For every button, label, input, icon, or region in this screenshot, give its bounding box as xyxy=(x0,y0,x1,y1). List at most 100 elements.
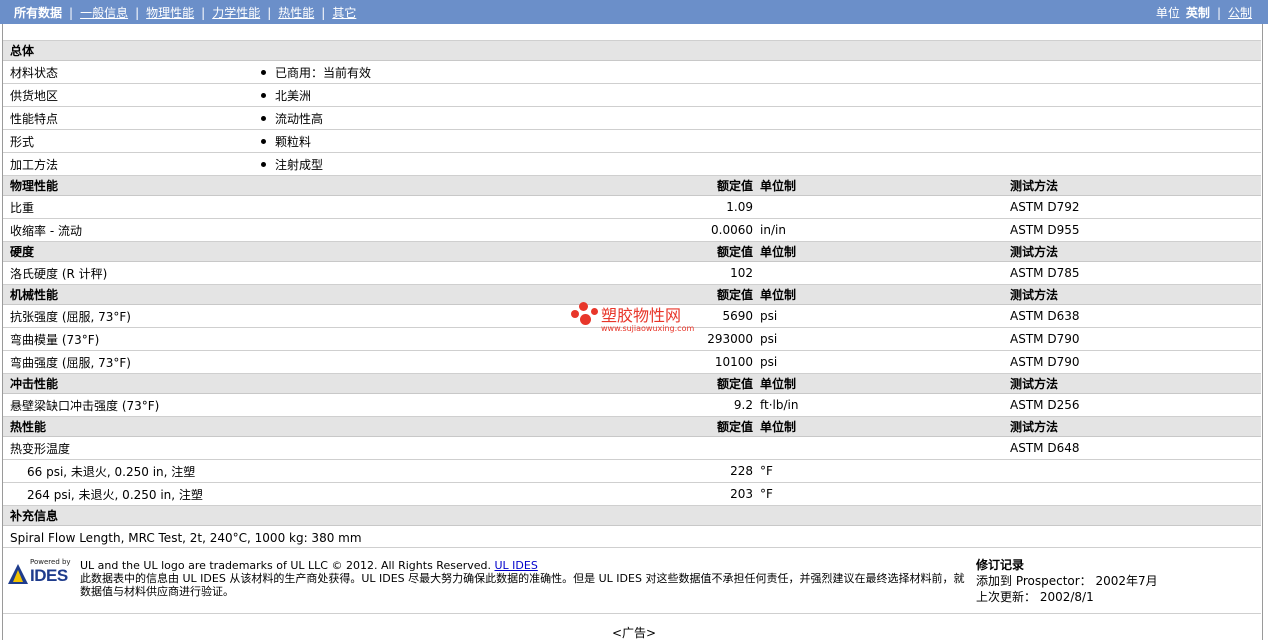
disclaimer-text: 此数据表中的信息由 UL IDES 从该材料的生产商处获得。UL IDES 尽最… xyxy=(80,572,965,598)
property-name: 弯曲模量 (73°F) xyxy=(10,332,100,347)
section-header-thermal: 热性能 额定值 单位制 测试方法 xyxy=(3,417,1261,437)
unit-metric-link[interactable]: 公制 xyxy=(1228,4,1252,21)
section-title: 补充信息 xyxy=(10,509,59,523)
property-condition: 66 psi, 未退火, 0.250 in, 注塑 xyxy=(27,464,196,479)
table-row: 供货地区 北美洲 xyxy=(3,84,1261,107)
tab-all-data[interactable]: 所有数据 xyxy=(14,4,62,21)
table-row: 形式 颗粒料 xyxy=(3,130,1261,153)
property-value: 流动性高 xyxy=(259,107,323,129)
unit-separator: | xyxy=(1216,5,1221,20)
trademark-line: UL and the UL logo are trademarks of UL … xyxy=(80,559,970,572)
column-header-method: 测试方法 xyxy=(1010,179,1059,193)
watermark-dot-icon xyxy=(571,310,579,318)
property-unit: psi xyxy=(760,355,778,369)
test-method: ASTM D648 xyxy=(1010,441,1080,455)
column-header-value: 额定值 xyxy=(716,420,753,434)
table-row: 比重 1.09 ASTM D792 xyxy=(3,196,1261,219)
table-row: 洛氏硬度 (R 计秤) 102 ASTM D785 xyxy=(3,262,1261,285)
table-row: Spiral Flow Length, MRC Test, 2t, 240°C,… xyxy=(3,526,1261,549)
unit-imperial[interactable]: 英制 xyxy=(1186,4,1210,21)
bullet-icon xyxy=(261,161,266,167)
divider xyxy=(3,547,1261,548)
unit-selector: 单位 英制 | 公制 xyxy=(1156,4,1252,21)
tab-mechanical[interactable]: 力学性能 xyxy=(212,4,260,21)
revision-added: 添加到 Prospector： 2002年7月 xyxy=(976,574,1158,588)
column-header-value: 额定值 xyxy=(716,377,753,391)
section-tabs: 所有数据 | 一般信息 | 物理性能 | 力学性能 | 热性能 | 其它 xyxy=(14,4,356,21)
tab-separator: | xyxy=(135,5,140,20)
ad-placeholder[interactable]: <广告> xyxy=(0,624,1268,640)
property-value: 已商用：当前有效 xyxy=(259,61,371,83)
property-value: 注射成型 xyxy=(259,153,323,175)
section-header-hardness: 硬度 额定值 单位制 测试方法 xyxy=(3,242,1261,262)
property-name: 形式 xyxy=(10,134,35,149)
value-text: 北美洲 xyxy=(275,88,312,103)
property-name: 洛氏硬度 (R 计秤) xyxy=(10,266,108,281)
property-name: 加工方法 xyxy=(10,157,59,172)
column-header-method: 测试方法 xyxy=(1010,377,1059,391)
logo-triangle-inner-icon xyxy=(13,570,23,582)
divider xyxy=(3,613,1261,614)
property-unit: psi xyxy=(760,309,778,323)
section-header-supplement: 补充信息 xyxy=(3,506,1261,526)
property-unit: psi xyxy=(760,332,778,346)
property-unit: °F xyxy=(760,464,773,478)
table-row: 弯曲强度 (屈服, 73°F) 10100 psi ASTM D790 xyxy=(3,351,1261,374)
property-name: 弯曲强度 (屈服, 73°F) xyxy=(10,355,131,370)
test-method: ASTM D785 xyxy=(1010,266,1080,280)
ides-logo: Powered by IDES xyxy=(8,558,72,588)
trademark-text: UL and the UL logo are trademarks of UL … xyxy=(80,559,491,572)
tab-separator: | xyxy=(321,5,326,20)
watermark-url: www.sujiaowuxing.com xyxy=(601,324,695,333)
table-row: 收缩率 - 流动 0.0060 in/in ASTM D955 xyxy=(3,219,1261,242)
property-value: 0.0060 xyxy=(711,223,753,237)
test-method: ASTM D790 xyxy=(1010,332,1080,346)
logo-powered-by: Powered by xyxy=(30,558,71,566)
value-text: 流动性高 xyxy=(275,111,324,126)
ul-ides-link[interactable]: UL IDES xyxy=(495,559,538,572)
value-text: 已商用：当前有效 xyxy=(275,65,372,80)
supplement-text: Spiral Flow Length, MRC Test, 2t, 240°C,… xyxy=(10,530,362,545)
section-title: 总体 xyxy=(10,44,35,58)
property-unit: °F xyxy=(760,487,773,501)
section-title: 物理性能 xyxy=(10,179,59,193)
test-method: ASTM D790 xyxy=(1010,355,1080,369)
property-value: 10100 xyxy=(714,355,753,369)
property-condition: 264 psi, 未退火, 0.250 in, 注塑 xyxy=(27,487,203,502)
property-unit: in/in xyxy=(760,223,786,237)
property-value: 203 xyxy=(730,487,753,501)
tab-thermal[interactable]: 热性能 xyxy=(278,4,314,21)
column-header-method: 测试方法 xyxy=(1010,245,1059,259)
column-header-value: 额定值 xyxy=(716,245,753,259)
test-method: ASTM D638 xyxy=(1010,309,1080,323)
watermark-title: 塑胶物性网 xyxy=(601,306,682,325)
tab-separator: | xyxy=(267,5,272,20)
bullet-icon xyxy=(261,69,266,75)
property-name: 抗张强度 (屈服, 73°F) xyxy=(10,309,131,324)
property-name: 热变形温度 xyxy=(10,441,71,456)
tab-other[interactable]: 其它 xyxy=(332,4,356,21)
section-title: 硬度 xyxy=(10,245,35,259)
top-nav-bar: 所有数据 | 一般信息 | 物理性能 | 力学性能 | 热性能 | 其它 单位 … xyxy=(0,0,1268,24)
revision-updated: 上次更新： 2002/8/1 xyxy=(976,590,1094,604)
bullet-icon xyxy=(261,115,266,121)
section-header-impact: 冲击性能 额定值 单位制 测试方法 xyxy=(3,374,1261,394)
column-header-value: 额定值 xyxy=(716,179,753,193)
tab-physical[interactable]: 物理性能 xyxy=(146,4,194,21)
column-header-unit: 单位制 xyxy=(760,288,797,302)
property-name: 悬壁梁缺口冲击强度 (73°F) xyxy=(10,398,160,413)
logo-text: IDES xyxy=(30,566,68,585)
test-method: ASTM D955 xyxy=(1010,223,1080,237)
tab-separator: | xyxy=(201,5,206,20)
column-header-unit: 单位制 xyxy=(760,377,797,391)
watermark-dot-icon xyxy=(580,314,591,325)
units-label: 单位 xyxy=(1155,6,1180,20)
section-title: 热性能 xyxy=(10,420,47,434)
table-row: 264 psi, 未退火, 0.250 in, 注塑 203 °F xyxy=(3,483,1261,506)
column-header-unit: 单位制 xyxy=(760,245,797,259)
table-row: 66 psi, 未退火, 0.250 in, 注塑 228 °F xyxy=(3,460,1261,483)
table-row: 性能特点 流动性高 xyxy=(3,107,1261,130)
tab-general-info[interactable]: 一般信息 xyxy=(80,4,128,21)
test-method: ASTM D792 xyxy=(1010,200,1080,214)
property-value: 1.09 xyxy=(726,200,753,214)
